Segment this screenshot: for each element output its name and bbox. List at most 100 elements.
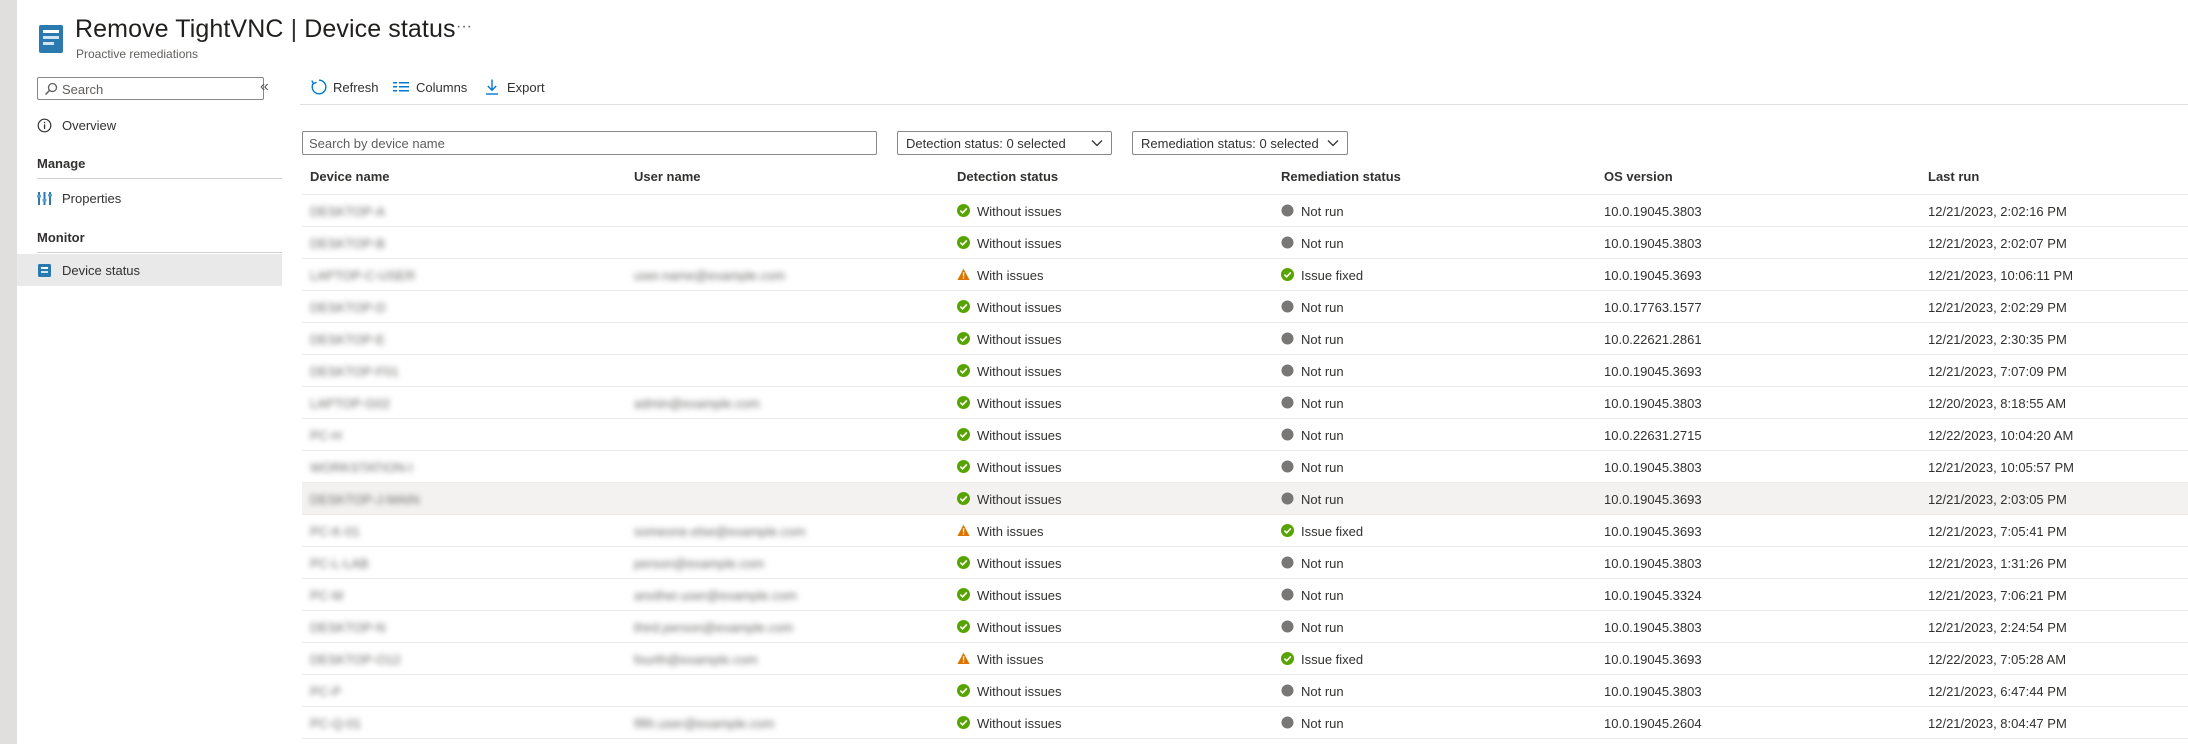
table-row[interactable]: DESKTOP-B Without issues Not run 10.0.19045… — [302, 227, 2188, 259]
user-name-cell: fifth.user@example.com — [634, 716, 775, 731]
device-name-cell[interactable]: DESKTOP-O12 — [310, 652, 401, 667]
warning-icon — [957, 652, 970, 665]
last-run-cell: 12/22/2023, 7:05:28 AM — [1928, 652, 2067, 667]
column-header-os-version[interactable]: OS version — [1604, 169, 1673, 184]
detection-status-cell: Without issues — [977, 620, 1062, 635]
check-circle-icon — [957, 588, 970, 601]
info-icon — [37, 118, 52, 133]
column-header-detection-status[interactable]: Detection status — [957, 169, 1058, 184]
sidebar-item-overview[interactable]: Overview — [17, 109, 282, 141]
table-row[interactable]: PC-K-01 someone.else@example.com With issu… — [302, 515, 2188, 547]
detection-status-cell: Without issues — [977, 364, 1062, 379]
device-name-cell[interactable]: PC-L-LAB — [310, 556, 369, 571]
device-name-cell[interactable]: DESKTOP-E — [310, 332, 385, 347]
table-row[interactable]: PC-P Without issues Not run 10.0.19045.3803… — [302, 675, 2188, 707]
table-row[interactable]: DESKTOP-O12 fourth@example.com With issues… — [302, 643, 2188, 675]
device-name-cell[interactable]: PC-M — [310, 588, 343, 603]
detection-status-cell: With issues — [977, 268, 1044, 283]
os-version-cell: 10.0.19045.3693 — [1604, 524, 1702, 539]
warning-icon — [957, 524, 970, 537]
check-circle-icon — [957, 716, 970, 729]
last-run-cell: 12/22/2023, 10:04:20 AM — [1928, 428, 2074, 443]
download-icon — [486, 79, 498, 95]
os-version-cell: 10.0.19045.3803 — [1604, 556, 1702, 571]
device-name-cell[interactable]: DESKTOP-D — [310, 300, 386, 315]
script-icon — [39, 25, 63, 53]
check-circle-icon — [957, 620, 970, 633]
last-run-cell: 12/21/2023, 7:06:21 PM — [1928, 588, 2067, 603]
table-row[interactable]: DESKTOP-F01 Without issues Not run 10.0.190… — [302, 355, 2188, 387]
table-row[interactable]: DESKTOP-N third.person@example.com Without… — [302, 611, 2188, 643]
device-name-cell[interactable]: DESKTOP-A — [310, 204, 385, 219]
detection-status-filter[interactable]: Detection status: 0 selected — [897, 131, 1112, 155]
table-row[interactable]: DESKTOP-D Without issues Not run 10.0.17763… — [302, 291, 2188, 323]
export-button[interactable]: Export — [483, 76, 553, 100]
os-version-cell: 10.0.19045.3803 — [1604, 396, 1702, 411]
remediation-status-cell: Issue fixed — [1301, 524, 1364, 539]
not-run-dot-icon — [1281, 236, 1294, 249]
os-version-cell: 10.0.19045.3803 — [1604, 204, 1702, 219]
columns-button[interactable]: Columns — [392, 76, 477, 100]
user-name-cell: another.user@example.com — [634, 588, 797, 603]
more-options-button[interactable]: ··· — [456, 18, 472, 36]
last-run-cell: 12/21/2023, 10:05:57 PM — [1928, 460, 2075, 475]
os-version-cell: 10.0.19045.3803 — [1604, 236, 1702, 251]
device-name-cell[interactable]: LAPTOP-C-USER — [310, 268, 415, 283]
check-circle-icon — [957, 396, 970, 409]
remediation-status-filter[interactable]: Remediation status: 0 selected — [1132, 131, 1348, 155]
sidebar-item-device-status[interactable]: Device status — [17, 254, 282, 286]
table-row[interactable]: PC-Q-01 fifth.user@example.com Without iss… — [302, 707, 2188, 739]
table-row[interactable]: PC-M another.user@example.com Without issu… — [302, 579, 2188, 611]
table-row[interactable]: DESKTOP-E Without issues Not run 10.0.22621… — [302, 323, 2188, 355]
device-name-cell[interactable]: DESKTOP-F01 — [310, 364, 399, 379]
last-run-cell: 12/21/2023, 7:05:41 PM — [1928, 524, 2067, 539]
table-row[interactable]: PC-L-LAB person@example.com Without issues… — [302, 547, 2188, 579]
table-row[interactable]: LAPTOP-C-USER user.name@example.com With i… — [302, 259, 2188, 291]
device-name-cell[interactable]: PC-Q-01 — [310, 716, 361, 731]
os-version-cell: 10.0.17763.1577 — [1604, 300, 1702, 315]
last-run-cell: 12/20/2023, 8:18:55 AM — [1928, 396, 2067, 411]
device-name-cell[interactable]: DESKTOP-B — [310, 236, 385, 251]
not-run-dot-icon — [1281, 300, 1294, 313]
device-name-cell[interactable]: PC-H — [310, 428, 342, 443]
column-header-user-name[interactable]: User name — [634, 169, 700, 184]
device-name-cell[interactable]: DESKTOP-N — [310, 620, 386, 635]
table-row[interactable]: LAPTOP-G02 admin@example.com Without issue… — [302, 387, 2188, 419]
sidebar-item-label: Overview — [62, 118, 117, 133]
refresh-button[interactable]: Refresh — [310, 76, 382, 100]
device-name-cell[interactable]: WORKSTATION-I — [310, 460, 413, 475]
table-row[interactable]: WORKSTATION-I Without issues Not run 10.0.1… — [302, 451, 2188, 483]
remediation-status-cell: Not run — [1301, 556, 1344, 571]
check-circle-icon — [957, 204, 970, 217]
remediation-status-cell: Not run — [1301, 204, 1344, 219]
device-name-cell[interactable]: DESKTOP-J-MAIN — [310, 492, 420, 507]
check-circle-icon — [957, 236, 970, 249]
last-run-cell: 12/21/2023, 2:02:29 PM — [1928, 300, 2067, 315]
sidebar-item-label: Properties — [62, 191, 122, 206]
refresh-label: Refresh — [333, 80, 379, 95]
remediation-status-cell: Not run — [1301, 428, 1344, 443]
device-name-cell[interactable]: PC-P — [310, 684, 341, 699]
check-circle-icon — [957, 332, 970, 345]
column-header-last-run[interactable]: Last run — [1928, 169, 1979, 184]
table-row[interactable]: DESKTOP-A Without issues Not run 10.0.19045… — [302, 195, 2188, 227]
column-header-remediation-status[interactable]: Remediation status — [1281, 169, 1401, 184]
user-name-cell: third.person@example.com — [634, 620, 794, 635]
table-row[interactable]: DESKTOP-J-MAIN Without issues Not run 10.0.… — [302, 483, 2188, 515]
sidebar-item-properties[interactable]: Properties — [17, 182, 282, 214]
detection-status-cell: Without issues — [977, 236, 1062, 251]
os-version-cell: 10.0.19045.3693 — [1604, 364, 1702, 379]
not-run-dot-icon — [1281, 492, 1294, 505]
device-search[interactable] — [302, 131, 877, 155]
table-row[interactable]: PC-H Without issues Not run 10.0.22631.2715… — [302, 419, 2188, 451]
device-name-cell[interactable]: PC-K-01 — [310, 524, 360, 539]
sidebar-search[interactable] — [37, 77, 264, 100]
detection-status-cell: With issues — [977, 652, 1044, 667]
device-search-input[interactable] — [309, 135, 869, 151]
column-header-device-name[interactable]: Device name — [310, 169, 390, 184]
sidebar-search-input[interactable] — [62, 80, 257, 98]
check-circle-icon — [957, 428, 970, 441]
page-title: Remove TightVNC | Device status — [75, 15, 456, 44]
device-name-cell[interactable]: LAPTOP-G02 — [310, 396, 390, 411]
collapse-sidebar-button[interactable]: « — [260, 78, 269, 96]
